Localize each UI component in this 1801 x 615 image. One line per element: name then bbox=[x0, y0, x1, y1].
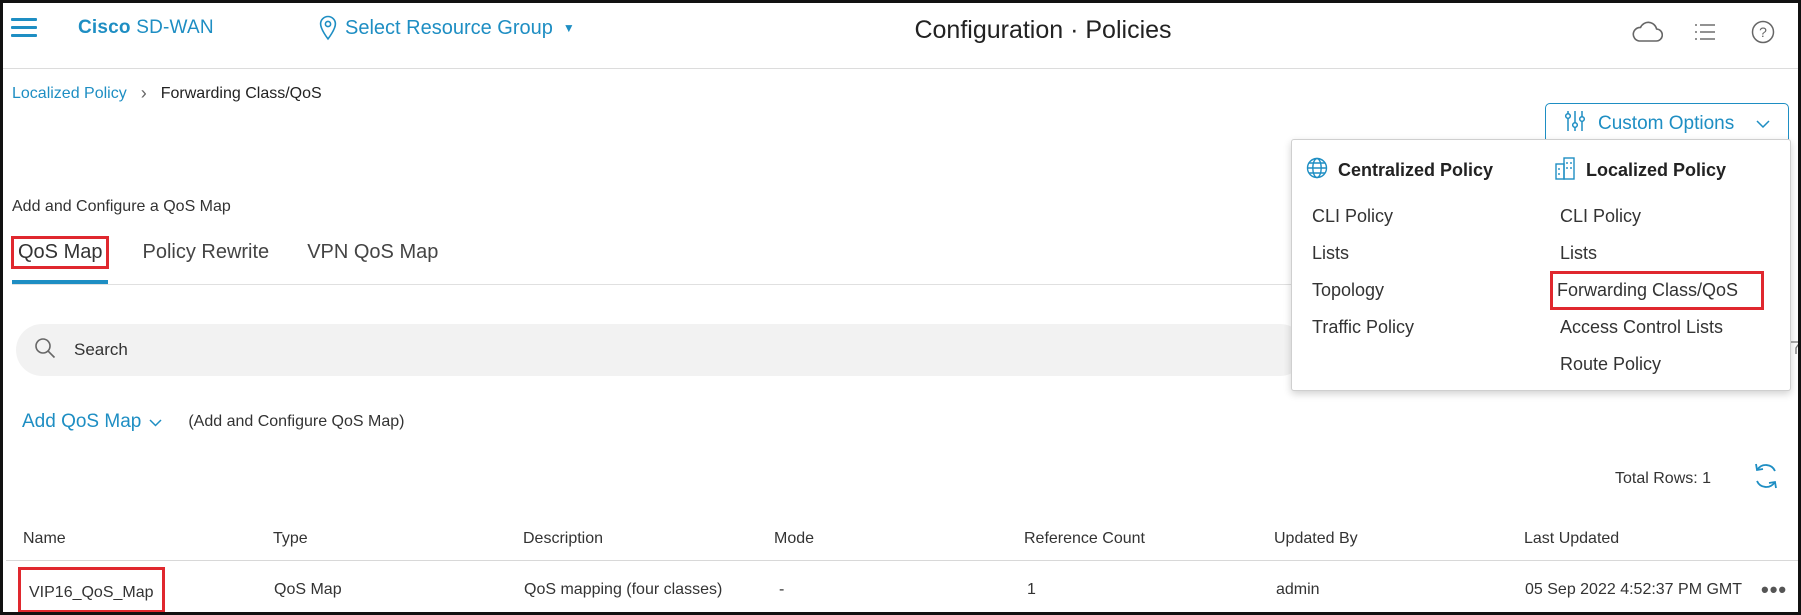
custom-options-label: Custom Options bbox=[1598, 113, 1735, 134]
column-header-reference-count[interactable]: Reference Count bbox=[1024, 519, 1145, 559]
brand-logo[interactable]: Cisco SD-WAN bbox=[78, 17, 214, 39]
row-last-updated-cell: 05 Sep 2022 4:52:37 PM GMT bbox=[1525, 581, 1743, 598]
menu-item-centralized-lists[interactable]: Lists bbox=[1306, 235, 1536, 272]
top-bar: Cisco SD-WAN Select Resource Group ▼ Con… bbox=[3, 3, 1798, 69]
menu-item-route-policy[interactable]: Route Policy bbox=[1554, 346, 1784, 383]
resource-group-selector[interactable]: Select Resource Group ▼ bbox=[319, 15, 575, 41]
column-header-description[interactable]: Description bbox=[523, 519, 603, 559]
row-name-cell[interactable]: VIP16_QoS_Map bbox=[18, 567, 165, 612]
tab-policy-rewrite-label: Policy Rewrite bbox=[142, 241, 270, 263]
localized-policy-heading: Localized Policy bbox=[1554, 150, 1784, 190]
search-icon bbox=[34, 337, 56, 364]
more-actions-icon[interactable]: ••• bbox=[1761, 567, 1787, 612]
centralized-policy-column: Centralized Policy CLI Policy Lists Topo… bbox=[1306, 150, 1536, 346]
tab-bar: QoS Map Policy Rewrite VPN QoS Map bbox=[10, 231, 1292, 285]
help-icon[interactable]: ? bbox=[1746, 17, 1780, 47]
breadcrumb: Localized Policy › Forwarding Class/QoS bbox=[12, 83, 322, 104]
building-icon bbox=[1554, 156, 1576, 185]
localized-policy-column: Localized Policy CLI Policy Lists Forwar… bbox=[1550, 150, 1784, 383]
total-rows-count: Total Rows: 1 bbox=[1615, 470, 1712, 487]
chevron-down-icon bbox=[1756, 116, 1770, 132]
cloud-icon[interactable] bbox=[1630, 17, 1664, 47]
column-header-updated-by[interactable]: Updated By bbox=[1274, 519, 1358, 559]
breadcrumb-parent-link[interactable]: Localized Policy bbox=[12, 85, 127, 103]
menu-item-forwarding-class-qos[interactable]: Forwarding Class/QoS bbox=[1550, 271, 1764, 310]
refresh-icon[interactable] bbox=[1751, 461, 1783, 493]
row-updated-by-cell: admin bbox=[1276, 581, 1320, 598]
column-header-last-updated[interactable]: Last Updated bbox=[1524, 519, 1756, 559]
section-label: Add and Configure a QoS Map bbox=[12, 198, 231, 215]
qos-map-table: Name Type Description Mode Reference Cou… bbox=[6, 519, 1798, 612]
add-qos-map-hint: (Add and Configure QoS Map) bbox=[188, 413, 405, 430]
breadcrumb-current: Forwarding Class/QoS bbox=[160, 84, 322, 102]
row-type-cell: QoS Map bbox=[274, 581, 342, 598]
task-list-icon[interactable] bbox=[1688, 17, 1722, 47]
centralized-policy-heading: Centralized Policy bbox=[1306, 150, 1536, 190]
tab-qos-map-label: QoS Map bbox=[10, 236, 110, 269]
hamburger-icon[interactable] bbox=[11, 18, 37, 38]
app-frame: Cisco SD-WAN Select Resource Group ▼ Con… bbox=[0, 0, 1801, 615]
menu-item-access-control-lists[interactable]: Access Control Lists bbox=[1554, 309, 1784, 346]
brand-name: Cisco bbox=[78, 17, 131, 38]
menu-item-centralized-cli-policy[interactable]: CLI Policy bbox=[1306, 198, 1536, 235]
table-header-row: Name Type Description Mode Reference Cou… bbox=[6, 519, 1798, 561]
row-description-cell: QoS mapping (four classes) bbox=[524, 581, 723, 598]
tab-qos-map[interactable]: QoS Map bbox=[10, 231, 110, 284]
globe-icon bbox=[1306, 157, 1328, 184]
menu-item-localized-cli-policy[interactable]: CLI Policy bbox=[1554, 198, 1784, 235]
chevron-down-icon bbox=[149, 411, 162, 433]
top-icons: ? bbox=[1630, 17, 1780, 47]
search-input[interactable] bbox=[74, 340, 974, 360]
brand-product: SD-WAN bbox=[130, 17, 214, 38]
resource-group-label: Select Resource Group bbox=[345, 16, 553, 39]
caret-down-icon: ▼ bbox=[562, 21, 575, 35]
custom-options-menu: Centralized Policy CLI Policy Lists Topo… bbox=[1291, 139, 1791, 391]
row-reference-count-cell: 1 bbox=[1027, 581, 1036, 598]
location-pin-icon bbox=[319, 15, 337, 41]
add-qos-map-button[interactable]: Add QoS Map bbox=[22, 411, 162, 433]
column-header-mode[interactable]: Mode bbox=[774, 519, 814, 559]
add-qos-map-label: Add QoS Map bbox=[22, 411, 142, 432]
search-bar bbox=[16, 324, 1306, 376]
svg-text:?: ? bbox=[1759, 24, 1767, 40]
chevron-right-icon: › bbox=[140, 83, 147, 103]
column-header-type[interactable]: Type bbox=[273, 519, 308, 559]
table-row[interactable]: VIP16_QoS_Map QoS Map QoS mapping (four … bbox=[6, 567, 1798, 612]
centralized-policy-title: Centralized Policy bbox=[1338, 159, 1494, 180]
tab-vpn-qos-map[interactable]: VPN QoS Map bbox=[293, 231, 452, 284]
row-mode-cell: - bbox=[779, 581, 785, 598]
menu-item-topology[interactable]: Topology bbox=[1306, 272, 1536, 309]
sliders-icon bbox=[1564, 110, 1586, 138]
add-row: Add QoS Map (Add and Configure QoS Map) bbox=[22, 411, 404, 433]
menu-item-traffic-policy[interactable]: Traffic Policy bbox=[1306, 309, 1536, 346]
page-title: Configuration · Policies bbox=[914, 16, 1172, 44]
menu-item-localized-lists[interactable]: Lists bbox=[1554, 235, 1784, 272]
tab-vpn-qos-map-label: VPN QoS Map bbox=[307, 241, 439, 263]
tab-policy-rewrite[interactable]: Policy Rewrite bbox=[128, 231, 283, 284]
localized-policy-title: Localized Policy bbox=[1586, 159, 1727, 180]
column-header-name[interactable]: Name bbox=[23, 519, 66, 559]
